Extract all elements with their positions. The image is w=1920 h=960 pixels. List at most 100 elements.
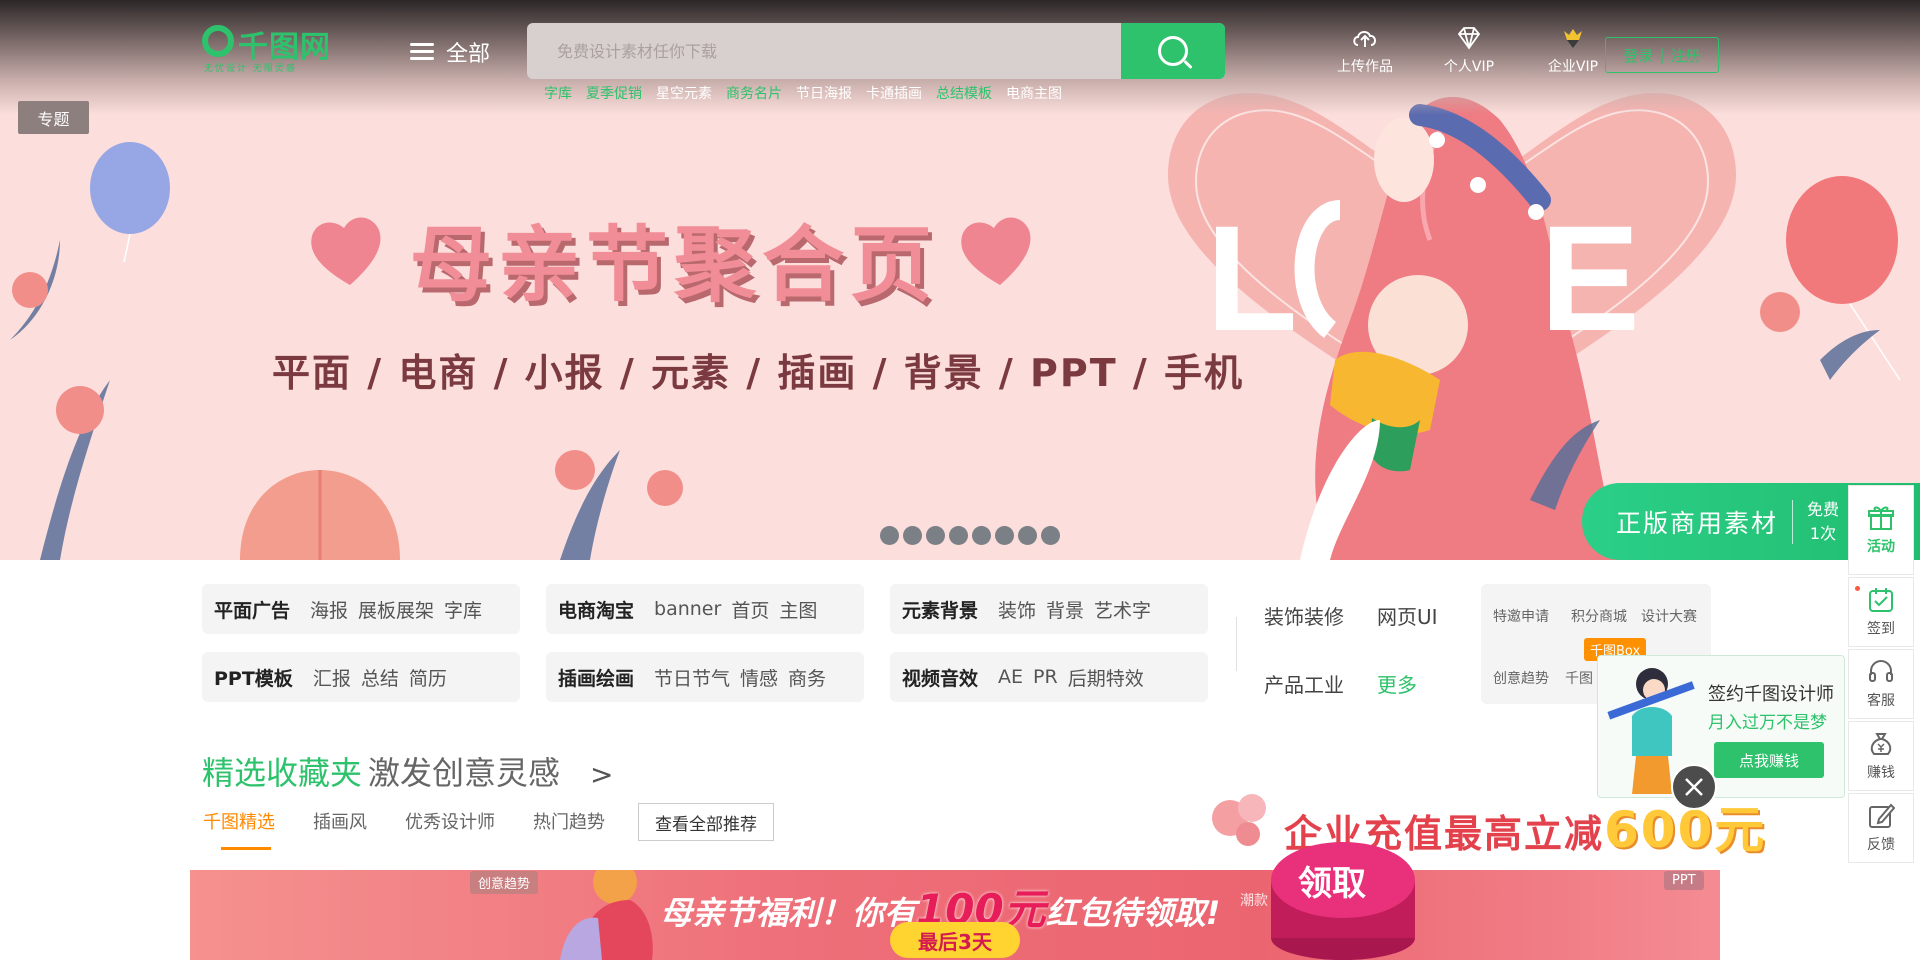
carousel-dot[interactable] bbox=[995, 526, 1014, 545]
invite-link[interactable]: 特邀申请 bbox=[1493, 606, 1549, 626]
login-separator: | bbox=[1659, 46, 1665, 64]
topic-tag[interactable]: 专题 bbox=[18, 101, 89, 134]
carousel-dot[interactable] bbox=[880, 526, 899, 545]
category-item-link[interactable]: 商务 bbox=[788, 664, 826, 691]
category-item-link[interactable]: 字库 bbox=[444, 596, 482, 623]
creative-trend-link[interactable]: 创意趋势 bbox=[1493, 668, 1549, 688]
all-categories-menu[interactable]: 全部 bbox=[410, 36, 490, 68]
section-tab[interactable]: 热门趋势 bbox=[533, 808, 605, 834]
category-item-link[interactable]: 展板展架 bbox=[358, 596, 434, 623]
section-title-gray: 激发创意灵感 bbox=[368, 754, 561, 792]
category-title[interactable]: 元素背景 bbox=[902, 596, 978, 623]
side-dock-item[interactable]: 活动 bbox=[1848, 485, 1914, 575]
hot-word-link[interactable]: 总结模板 bbox=[936, 83, 992, 103]
category-item-link[interactable]: 后期特效 bbox=[1068, 664, 1144, 691]
category-item-link[interactable]: 主图 bbox=[779, 596, 817, 623]
personal-vip-button[interactable]: 个人VIP bbox=[1434, 26, 1504, 76]
love-letter-e: E bbox=[1540, 194, 1640, 362]
category-card: 元素背景 装饰 背景 艺术字 bbox=[890, 584, 1208, 634]
category-link-decor[interactable]: 装饰装修 bbox=[1264, 601, 1344, 630]
promo-peek-text: 潮款 bbox=[1240, 893, 1268, 909]
points-mall-link[interactable]: 积分商城 bbox=[1571, 606, 1627, 626]
crown-diamond-icon bbox=[1564, 29, 1582, 48]
carousel-dot[interactable] bbox=[903, 526, 922, 545]
search-button[interactable] bbox=[1121, 23, 1225, 79]
upload-work-button[interactable]: 上传作品 bbox=[1330, 26, 1400, 76]
carousel-dot[interactable] bbox=[972, 526, 991, 545]
category-card: 电商淘宝 banner 首页 主图 bbox=[546, 584, 864, 634]
category-item-link[interactable]: 背景 bbox=[1046, 596, 1084, 623]
section-tab[interactable]: 插画风 bbox=[313, 808, 367, 834]
category-card: PPT模板 汇报 总结 简历 bbox=[202, 652, 520, 702]
design-contest-link[interactable]: 设计大赛 bbox=[1641, 606, 1697, 626]
section-title-green: 精选收藏夹 bbox=[202, 754, 363, 792]
category-card: 视频音效 AE PR 后期特效 bbox=[890, 652, 1208, 702]
mother-face bbox=[1374, 118, 1434, 202]
section-tab[interactable]: 千图精选 bbox=[203, 808, 275, 850]
hot-word-link[interactable]: 星空元素 bbox=[656, 83, 712, 103]
banner-subtitle: 平面 / 电商 / 小报 / 元素 / 插画 / 背景 / PPT / 手机 bbox=[272, 351, 1244, 395]
qiantu-link[interactable]: 千图 bbox=[1565, 668, 1593, 688]
category-link-product[interactable]: 产品工业 bbox=[1264, 669, 1344, 698]
hot-word-link[interactable]: 节日海报 bbox=[796, 83, 852, 103]
view-all-recommend-button[interactable]: 查看全部推荐 bbox=[638, 803, 774, 841]
mothers-day-promo-bar[interactable]: 母亲节福利！你有100元红包待领取! 最后3天 潮款 bbox=[190, 870, 1720, 960]
claim-red-packet-button[interactable]: 领取 bbox=[1268, 820, 1418, 960]
close-popup-button[interactable] bbox=[1671, 764, 1717, 810]
category-item-link[interactable]: 海报 bbox=[310, 596, 348, 623]
side-dock-item[interactable]: 客服 bbox=[1848, 649, 1914, 719]
hot-search-words: 字库 夏季促销 星空元素 商务名片 节日海报 卡通插画 总结模板 电商主图 bbox=[544, 83, 1062, 103]
category-item-link[interactable]: 简历 bbox=[409, 664, 447, 691]
category-title[interactable]: 电商淘宝 bbox=[558, 596, 634, 623]
enterprise-vip-label: 企业VIP bbox=[1547, 59, 1599, 75]
register-link[interactable]: 注册 bbox=[1671, 45, 1701, 66]
category-item-link[interactable]: banner bbox=[654, 598, 721, 620]
carousel-dot[interactable] bbox=[949, 526, 968, 545]
section-tab[interactable]: 优秀设计师 bbox=[405, 808, 495, 834]
category-link-web-ui[interactable]: 网页UI bbox=[1377, 601, 1438, 630]
side-dock-item[interactable]: 反馈 bbox=[1848, 793, 1914, 863]
side-dock-label: 赚钱 bbox=[1867, 765, 1895, 781]
category-title[interactable]: 插画绘画 bbox=[558, 664, 634, 691]
hot-word-link[interactable]: 夏季促销 bbox=[586, 83, 642, 103]
blue-balloon bbox=[90, 142, 170, 234]
category-title[interactable]: PPT模板 bbox=[214, 664, 293, 691]
site-logo[interactable]: 千图网 无忧设计 无限灵感 bbox=[202, 22, 342, 74]
hot-word-link[interactable]: 字库 bbox=[544, 83, 572, 103]
search-input[interactable] bbox=[527, 23, 1121, 79]
carousel-dot[interactable] bbox=[1018, 526, 1037, 545]
hot-word-link[interactable]: 电商主图 bbox=[1006, 83, 1062, 103]
category-item-link[interactable]: 汇报 bbox=[313, 664, 351, 691]
side-dock-item[interactable]: 赚钱 bbox=[1848, 721, 1914, 791]
enterprise-vip-button[interactable]: 企业VIP bbox=[1538, 26, 1608, 76]
side-dock-label: 反馈 bbox=[1867, 837, 1895, 853]
hot-word-link[interactable]: 卡通插画 bbox=[866, 83, 922, 103]
earn-money-button[interactable]: 点我赚钱 bbox=[1714, 742, 1824, 778]
login-link[interactable]: 登录 bbox=[1623, 45, 1653, 66]
category-item-link[interactable]: AE bbox=[998, 666, 1023, 688]
category-item-link[interactable]: 艺术字 bbox=[1094, 596, 1151, 623]
category-item-link[interactable]: 首页 bbox=[731, 596, 769, 623]
logo-text: 千图网 bbox=[238, 30, 331, 65]
category-item-link[interactable]: 总结 bbox=[361, 664, 399, 691]
section-more-arrow[interactable]: > bbox=[590, 758, 613, 791]
carousel-dot[interactable] bbox=[1041, 526, 1060, 545]
hot-word-link[interactable]: 商务名片 bbox=[726, 83, 782, 103]
category-item-link[interactable]: 情感 bbox=[740, 664, 778, 691]
notification-dot bbox=[1855, 586, 1860, 591]
hero-banner[interactable]: L E 千图网 无忧设计 无限灵感 全部 免费设计素材任你下载 字库 夏季促销 … bbox=[0, 0, 1920, 560]
all-categories-label: 全部 bbox=[446, 42, 491, 67]
upload-cloud-icon bbox=[1353, 31, 1376, 47]
category-item-link[interactable]: PR bbox=[1033, 666, 1058, 688]
side-dock-item[interactable]: 签到 bbox=[1848, 577, 1914, 647]
category-item-link[interactable]: 节日节气 bbox=[654, 664, 730, 691]
side-dock-label: 客服 bbox=[1867, 693, 1895, 709]
section-title: 精选收藏夹 激发创意灵感 > bbox=[202, 748, 614, 794]
carousel-dot[interactable] bbox=[926, 526, 945, 545]
banner-title: 母亲节聚合页 bbox=[410, 218, 939, 313]
category-item-link[interactable]: 装饰 bbox=[998, 596, 1036, 623]
category-title[interactable]: 平面广告 bbox=[214, 596, 290, 623]
headset-icon bbox=[1869, 659, 1893, 682]
category-link-more[interactable]: 更多 bbox=[1377, 669, 1417, 698]
category-title[interactable]: 视频音效 bbox=[902, 664, 978, 691]
